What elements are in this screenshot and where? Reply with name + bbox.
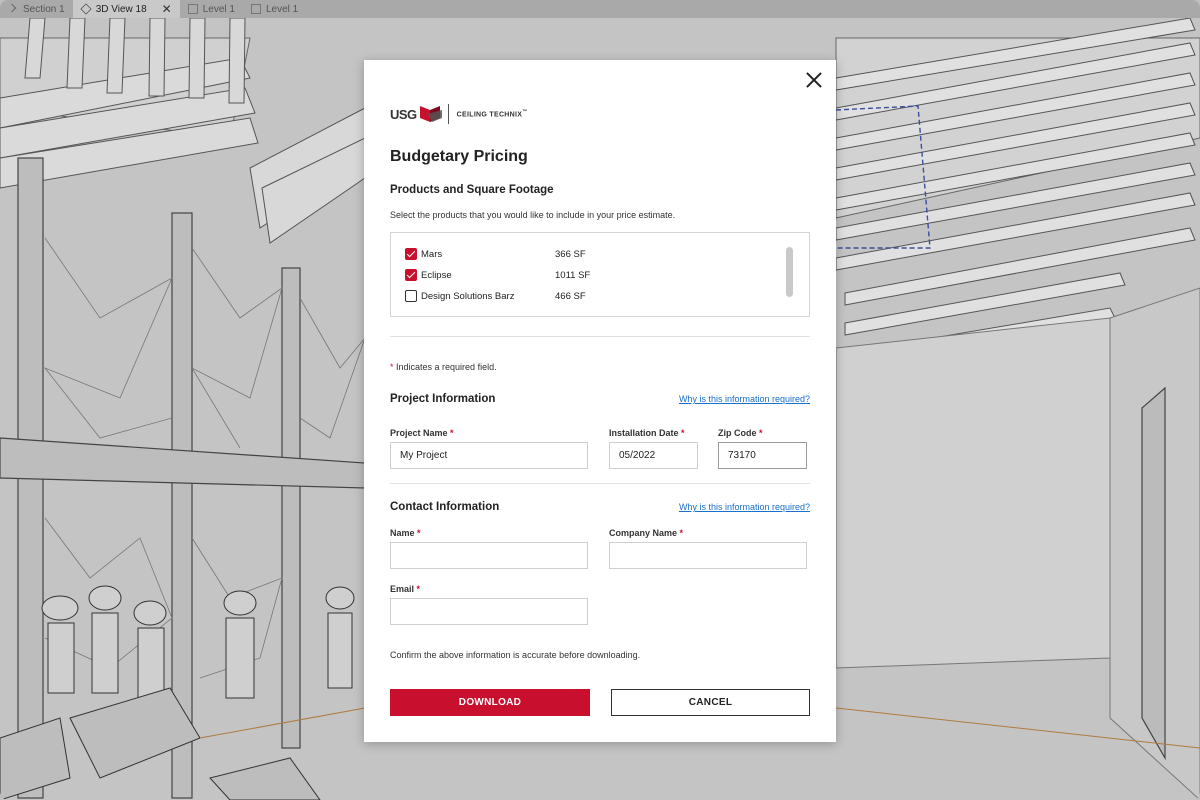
product-name: Mars [421,248,443,260]
installation-date-label: Installation Date * [609,428,685,438]
chevron-icon [8,4,18,14]
revit-app-window: Section 1 3D View 18 ✕ Level 1 Level 1 U… [0,0,1200,800]
logo-divider [447,104,449,124]
email-label: Email * [390,584,421,594]
floor-plan-icon [187,4,198,14]
name-field[interactable] [390,542,588,569]
products-heading: Products and Square Footage [390,184,554,196]
confirm-note: Confirm the above information is accurat… [390,650,641,660]
product-row-mars[interactable]: Mars 366 SF [405,247,586,261]
product-checkbox-design-solutions-barz[interactable] [405,290,417,302]
product-list-scrollbar[interactable] [786,247,793,297]
divider [390,336,810,337]
dialog-title: Budgetary Pricing [390,148,528,165]
usg-ceiling-technix-logo: USG CEILING TECHNIX™ [390,102,528,126]
product-list[interactable]: Mars 366 SF Eclipse 1011 SF Design Solut… [390,232,810,317]
tab-level-1[interactable]: Level 1 [180,0,243,18]
project-why-required-link[interactable]: Why is this information required? [679,394,810,404]
project-name-label: Project Name * [390,428,454,438]
tab-label: Level 1 [202,3,235,15]
contact-information-heading: Contact Information [390,501,500,513]
product-name: Design Solutions Barz [421,290,515,302]
tab-level-1-second[interactable]: Level 1 [243,0,306,18]
product-row-eclipse[interactable]: Eclipse 1011 SF [405,268,590,282]
email-field[interactable] [390,598,588,625]
product-row-design-solutions-barz[interactable]: Design Solutions Barz 466 SF [405,289,586,303]
products-hint: Select the products that you would like … [390,210,676,220]
product-area: 466 SF [555,290,586,302]
divider [390,483,810,484]
product-area: 1011 SF [555,269,591,281]
company-name-label: Company Name * [609,528,684,538]
tab-label: 3D View 18 [95,3,147,15]
contact-why-required-link[interactable]: Why is this information required? [679,502,810,512]
close-icon[interactable] [804,70,824,90]
tab-label: Level 1 [265,3,299,15]
product-checkbox-mars[interactable] [405,248,417,260]
tab-3d-view-18[interactable]: 3D View 18 ✕ [72,0,180,18]
tab-label: Section 1 [23,3,65,15]
logo-product-text: CEILING TECHNIX™ [456,109,528,119]
zip-code-label: Zip Code * [718,428,763,438]
required-field-note: * Indicates a required field. [390,362,497,372]
installation-date-field[interactable]: 05/2022 [609,442,698,469]
zip-code-field[interactable]: 73170 [718,442,807,469]
logo-brand-text: USG [390,106,417,122]
tab-section-1[interactable]: Section 1 [0,0,73,18]
product-checkbox-eclipse[interactable] [405,269,417,281]
budgetary-pricing-dialog: USG CEILING TECHNIX™ Budgetary Pricing P… [364,60,836,742]
name-label: Name * [390,528,421,538]
download-button[interactable]: DOWNLOAD [390,689,590,716]
usg-logo-mark-icon [419,106,442,122]
cancel-button[interactable]: CANCEL [611,689,810,716]
tab-close-icon[interactable]: ✕ [162,2,172,16]
3d-view-icon [80,3,92,15]
project-name-field[interactable]: My Project [390,442,588,469]
company-name-field[interactable] [609,542,807,569]
floor-plan-icon [250,4,261,14]
view-tab-bar: Section 1 3D View 18 ✕ Level 1 Level 1 [0,0,1200,18]
product-area: 366 SF [555,248,586,260]
project-information-heading: Project Information [390,393,496,405]
product-name: Eclipse [421,269,452,281]
